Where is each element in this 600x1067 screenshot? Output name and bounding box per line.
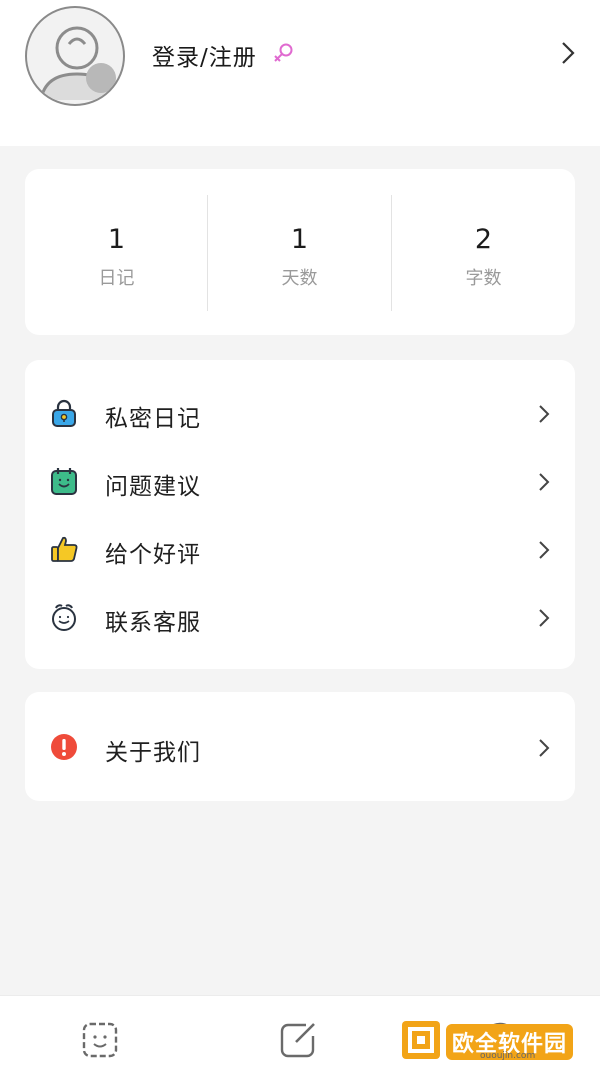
watermark-logo: 欧全软件园 ououjin.com: [400, 1018, 596, 1062]
menu-card: 私密日记 问题建议 给个好评 联系客服: [25, 360, 575, 669]
female-symbol-icon: [274, 43, 293, 62]
menu-label: 私密日记: [105, 406, 201, 432]
watermark-icon: [402, 1021, 440, 1059]
menu-label: 关于我们: [105, 740, 201, 766]
default-avatar-icon[interactable]: [25, 6, 125, 106]
lock-icon: [52, 399, 76, 427]
edit-icon[interactable]: [276, 1018, 320, 1062]
calendar-smile-icon: [51, 468, 77, 495]
stat-diaries[interactable]: 1 日记: [25, 169, 208, 335]
stat-label: 天数: [281, 268, 318, 289]
menu-item-private-diary[interactable]: 私密日记: [25, 380, 575, 446]
chevron-right-icon: [539, 541, 550, 559]
stat-words[interactable]: 2 字数: [392, 169, 575, 335]
profile-header[interactable]: 登录/注册: [0, 0, 600, 146]
menu-item-contact-support[interactable]: 联系客服: [25, 584, 575, 650]
chevron-right-icon: [539, 473, 550, 491]
stat-label: 日记: [98, 268, 135, 289]
chevron-right-icon: [539, 609, 550, 627]
chevron-right-icon: [539, 739, 550, 757]
diary-face-icon[interactable]: [78, 1018, 122, 1062]
alarm-clock-icon: [52, 604, 76, 631]
login-register-link[interactable]: 登录/注册: [152, 38, 257, 72]
stat-label: 字数: [465, 268, 502, 289]
menu-item-about-us[interactable]: 关于我们: [25, 714, 575, 780]
chevron-right-icon[interactable]: [560, 40, 576, 66]
alert-circle-icon: [51, 734, 77, 760]
menu-item-rate-us[interactable]: 给个好评: [25, 516, 575, 582]
menu-label: 问题建议: [105, 474, 201, 500]
chevron-right-icon: [539, 405, 550, 423]
menu-label: 给个好评: [105, 542, 201, 568]
thumbs-up-icon: [51, 536, 78, 562]
stat-value: 2: [474, 224, 493, 255]
menu-label: 联系客服: [105, 610, 201, 636]
about-card: 关于我们: [25, 692, 575, 801]
menu-item-feedback[interactable]: 问题建议: [25, 448, 575, 514]
stat-value: 1: [290, 224, 309, 255]
stat-days[interactable]: 1 天数: [208, 169, 391, 335]
stat-value: 1: [107, 224, 126, 255]
watermark-subtext: ououjin.com: [480, 1051, 536, 1061]
stats-card: 1 日记 1 天数 2 字数: [25, 169, 575, 335]
